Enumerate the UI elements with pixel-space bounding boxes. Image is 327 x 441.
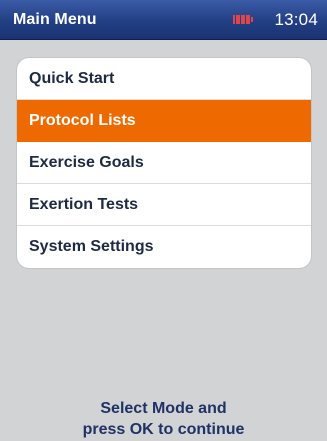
instruction-text: Select Mode and press OK to continue xyxy=(0,398,327,440)
screen-title: Main Menu xyxy=(13,11,97,28)
menu-item-label: Protocol Lists xyxy=(29,111,136,129)
battery-icon xyxy=(233,15,257,24)
main-menu-list: Quick Start Protocol Lists Exercise Goal… xyxy=(17,58,311,268)
title-bar: Main Menu 13:04 xyxy=(0,0,327,40)
menu-item-protocol-lists[interactable]: Protocol Lists xyxy=(17,100,311,142)
menu-item-label: System Settings xyxy=(29,238,154,255)
menu-item-quick-start[interactable]: Quick Start xyxy=(17,58,311,100)
menu-item-label: Exercise Goals xyxy=(29,153,144,171)
menu-item-system-settings[interactable]: System Settings xyxy=(17,226,311,268)
clock: 13:04 xyxy=(274,10,318,29)
menu-item-exercise-goals[interactable]: Exercise Goals xyxy=(17,142,311,184)
menu-item-exertion-tests[interactable]: Exertion Tests xyxy=(17,184,311,226)
instruction-line-2: press OK to continue xyxy=(82,421,245,438)
menu-item-label: Quick Start xyxy=(29,69,115,87)
menu-item-label: Exertion Tests xyxy=(29,195,139,213)
instruction-line-1: Select Mode and xyxy=(100,400,227,417)
